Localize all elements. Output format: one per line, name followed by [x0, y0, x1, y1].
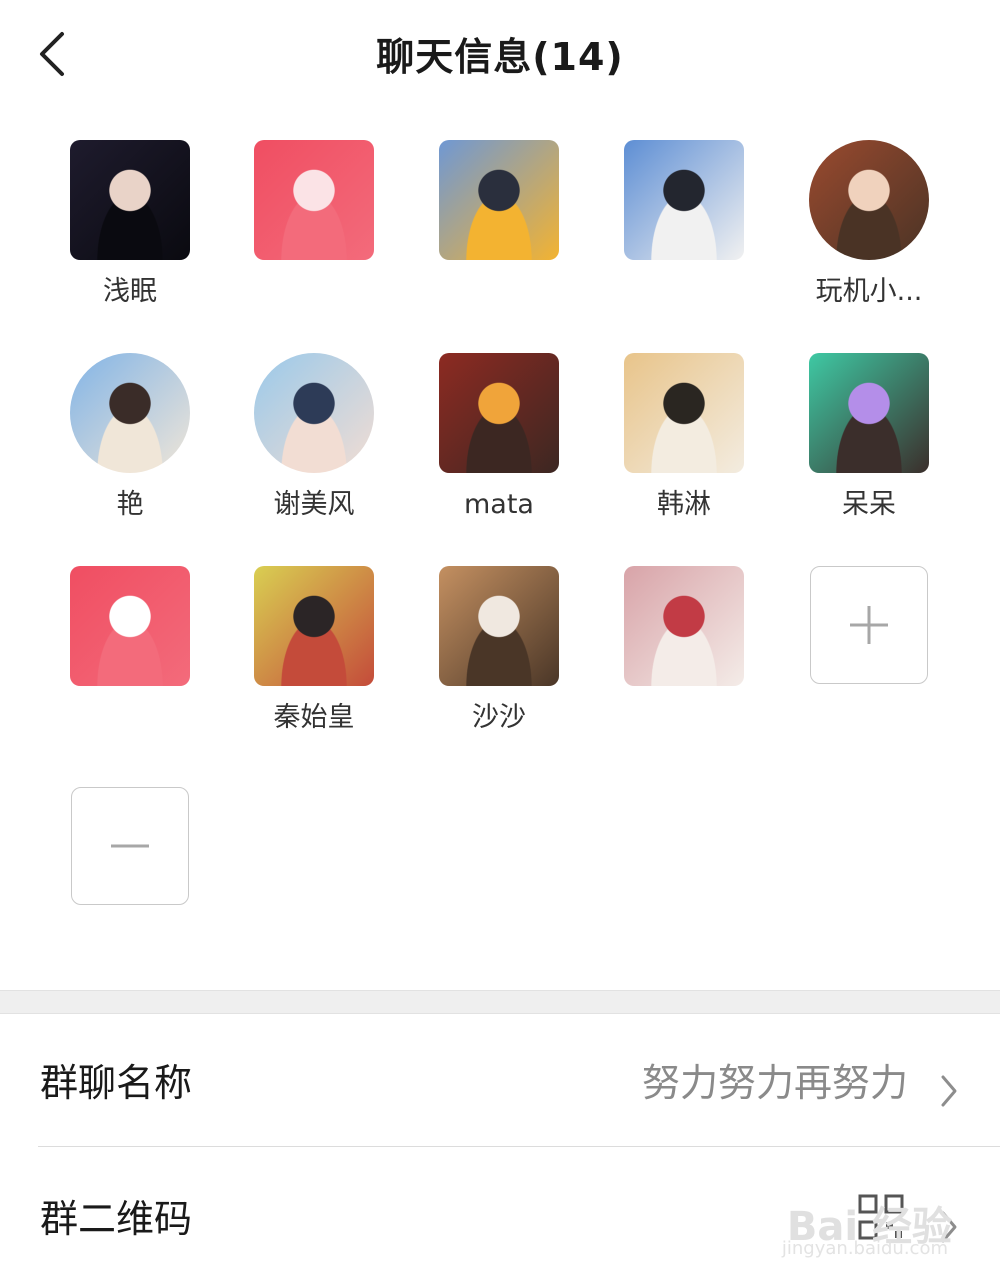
avatar — [439, 353, 559, 473]
member-item[interactable]: 秦始皇 — [222, 566, 406, 736]
group-qr-label: 群二维码 — [40, 1197, 193, 1241]
chevron-right-icon — [941, 1075, 957, 1107]
top-bar: 聊天信息(14) — [0, 0, 1000, 110]
avatar — [254, 566, 374, 686]
member-item[interactable]: 浅眠 — [38, 140, 222, 310]
member-item[interactable] — [592, 566, 776, 736]
page-title: 聊天信息(14) — [376, 35, 624, 79]
member-name — [222, 274, 406, 310]
row-divider — [38, 1146, 1000, 1147]
section-separator — [0, 990, 1000, 1014]
avatar — [70, 140, 190, 260]
member-name: 沙沙 — [472, 702, 526, 733]
member-name — [592, 274, 776, 310]
avatar — [624, 566, 744, 686]
member-name — [592, 700, 776, 736]
avatar — [624, 140, 744, 260]
watermark-url: jingyan.baidu.com — [781, 1238, 948, 1259]
member-name: 玩机小... — [815, 276, 923, 307]
member-item[interactable]: 韩淋 — [592, 353, 776, 523]
member-item[interactable]: mata — [407, 353, 591, 523]
avatar — [254, 353, 374, 473]
member-name — [38, 700, 222, 736]
minus-icon — [110, 844, 149, 847]
add-member-button[interactable] — [777, 566, 961, 684]
avatar — [809, 353, 929, 473]
member-name: 韩淋 — [657, 489, 711, 520]
member-item[interactable] — [38, 566, 222, 736]
member-item[interactable]: 谢美风 — [222, 353, 406, 523]
group-name-row[interactable]: 群聊名称 努力努力再努力 — [0, 1012, 1000, 1146]
avatar — [439, 140, 559, 260]
member-name: 艳 — [116, 489, 144, 520]
plus-icon — [849, 605, 888, 644]
avatar — [809, 140, 929, 260]
member-name: 呆呆 — [842, 489, 896, 520]
group-name-value: 努力努力再努力 — [641, 1061, 908, 1105]
member-item[interactable]: 呆呆 — [777, 353, 961, 523]
avatar — [70, 353, 190, 473]
member-item[interactable] — [222, 140, 406, 310]
member-item[interactable]: 艳 — [38, 353, 222, 523]
member-item[interactable]: 玩机小... — [777, 140, 961, 310]
add-tile[interactable] — [810, 566, 928, 684]
member-name: 浅眠 — [103, 276, 157, 307]
member-name — [407, 274, 591, 310]
avatar — [624, 353, 744, 473]
group-name-label: 群聊名称 — [40, 1061, 193, 1105]
member-item[interactable]: 沙沙 — [407, 566, 591, 736]
member-name: 谢美风 — [273, 489, 355, 520]
member-item[interactable] — [407, 140, 591, 310]
remove-member-button[interactable] — [38, 787, 222, 905]
avatar — [439, 566, 559, 686]
avatar — [254, 140, 374, 260]
avatar — [70, 566, 190, 686]
member-name: 秦始皇 — [273, 702, 355, 733]
member-name: mata — [464, 489, 534, 520]
member-item[interactable] — [592, 140, 776, 310]
remove-tile[interactable] — [71, 787, 189, 905]
